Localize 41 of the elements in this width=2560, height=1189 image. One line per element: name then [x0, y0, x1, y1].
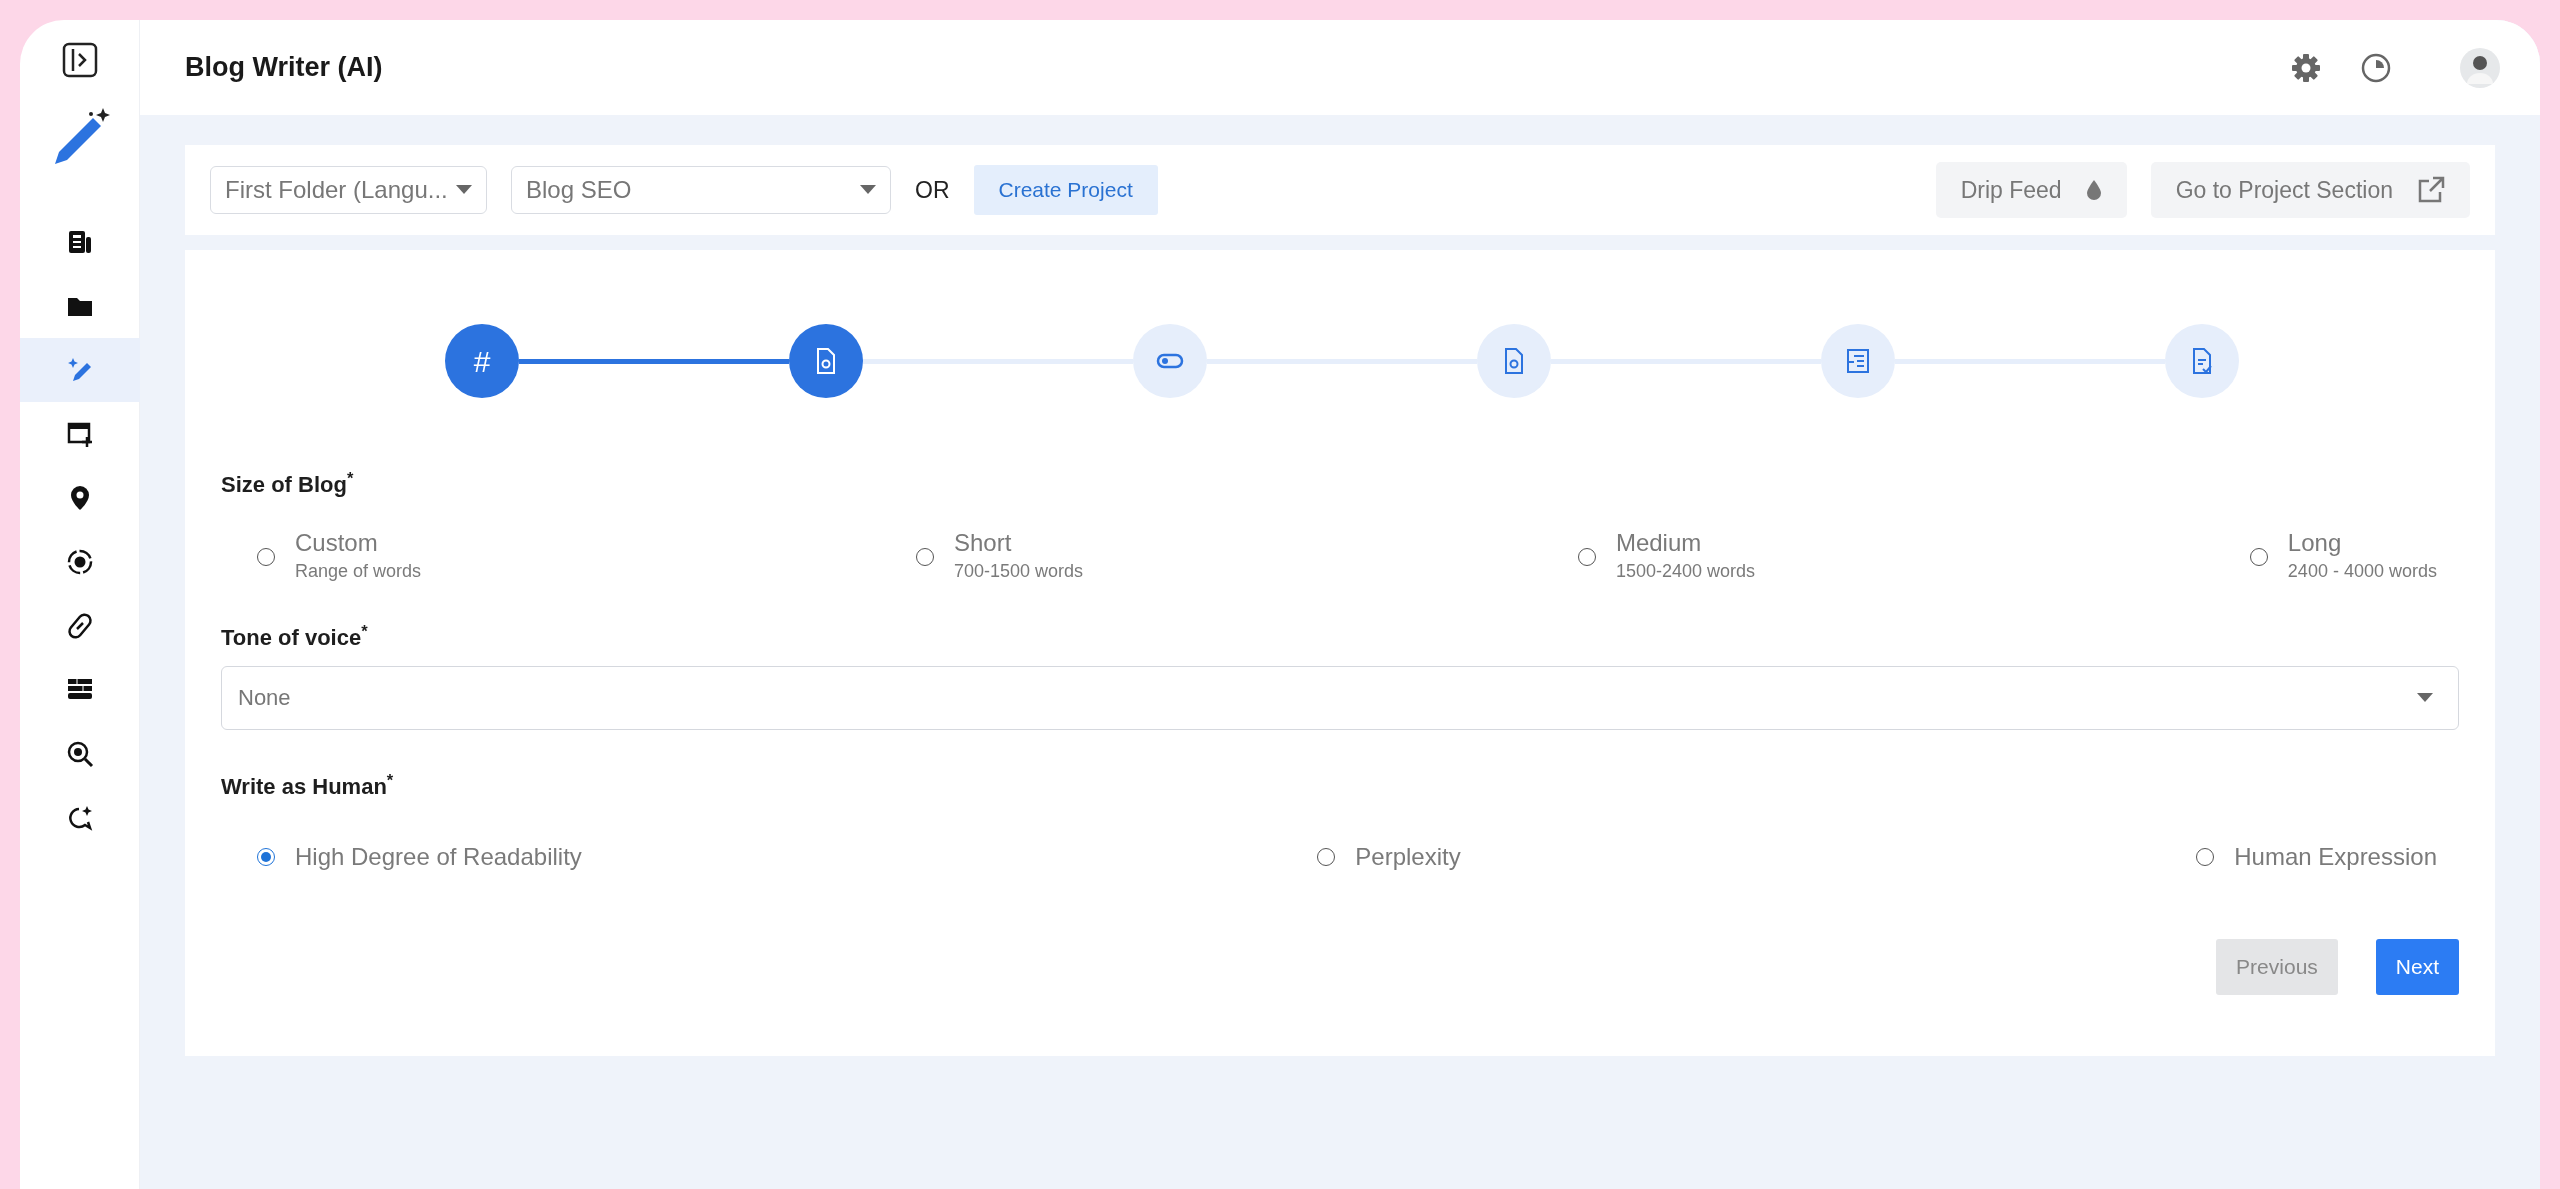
radio-option[interactable]: Custom Range of words: [257, 529, 422, 585]
page-title: Blog Writer (AI): [185, 51, 383, 84]
caret-icon: [860, 185, 876, 195]
drop-icon: [2085, 179, 2102, 201]
select-value: None: [238, 684, 291, 713]
radio-option[interactable]: Medium 1500-2400 words: [1577, 529, 1755, 585]
caret-icon: [2417, 692, 2433, 703]
radio-option[interactable]: Short 700-1500 words: [915, 529, 1084, 585]
clock-pie-icon[interactable]: [2360, 51, 2392, 84]
select-value: Blog SEO: [526, 175, 632, 205]
radio-option[interactable]: Long 2400 - 4000 words: [2249, 529, 2437, 585]
project-section-button[interactable]: Go to Project Section: [2150, 162, 2470, 218]
field-label: Tone of voice$^{*}$: [221, 620, 369, 652]
field-label: Write as Human$^{*}$: [221, 769, 395, 801]
field-label: Size of Blog$^{*}$: [221, 468, 355, 499]
option-label: Perplexity: [1355, 842, 1461, 872]
external-link-icon: [2417, 176, 2445, 204]
option-hint: Range of words: [295, 559, 422, 583]
sidebar-toggle-icon[interactable]: [61, 42, 98, 78]
option-label: Human Expression: [2234, 842, 2437, 872]
drip-feed-button[interactable]: Drip Feed: [1935, 162, 2127, 218]
select-value: First Folder (Langu...: [225, 175, 448, 205]
avatar-icon[interactable]: [2460, 47, 2500, 88]
option-hint: 2400 - 4000 words: [2287, 559, 2437, 583]
or-label: OR: [915, 175, 950, 205]
option-label: Long: [2287, 529, 2343, 558]
settings-icon[interactable]: [2290, 51, 2322, 84]
option-label: Medium: [1615, 529, 1703, 558]
step-circle[interactable]: #: [445, 324, 519, 398]
type-select[interactable]: Blog SEO: [511, 166, 891, 214]
next-button[interactable]: Next: [2375, 938, 2459, 995]
folder-select[interactable]: First Folder (Langu...: [210, 166, 487, 214]
option-label: Custom: [295, 529, 379, 558]
radio-option[interactable]: Human Expression: [2196, 842, 2437, 872]
create-project-button[interactable]: Create Project: [973, 165, 1158, 215]
option-label: Short: [953, 529, 1013, 558]
option-hint: 700-1500 words: [953, 559, 1084, 583]
option-hint: 1500-2400 words: [1615, 559, 1755, 583]
radio-option[interactable]: Perplexity: [1317, 842, 1461, 872]
tone-select[interactable]: None: [221, 665, 2459, 730]
caret-icon: [456, 185, 472, 195]
